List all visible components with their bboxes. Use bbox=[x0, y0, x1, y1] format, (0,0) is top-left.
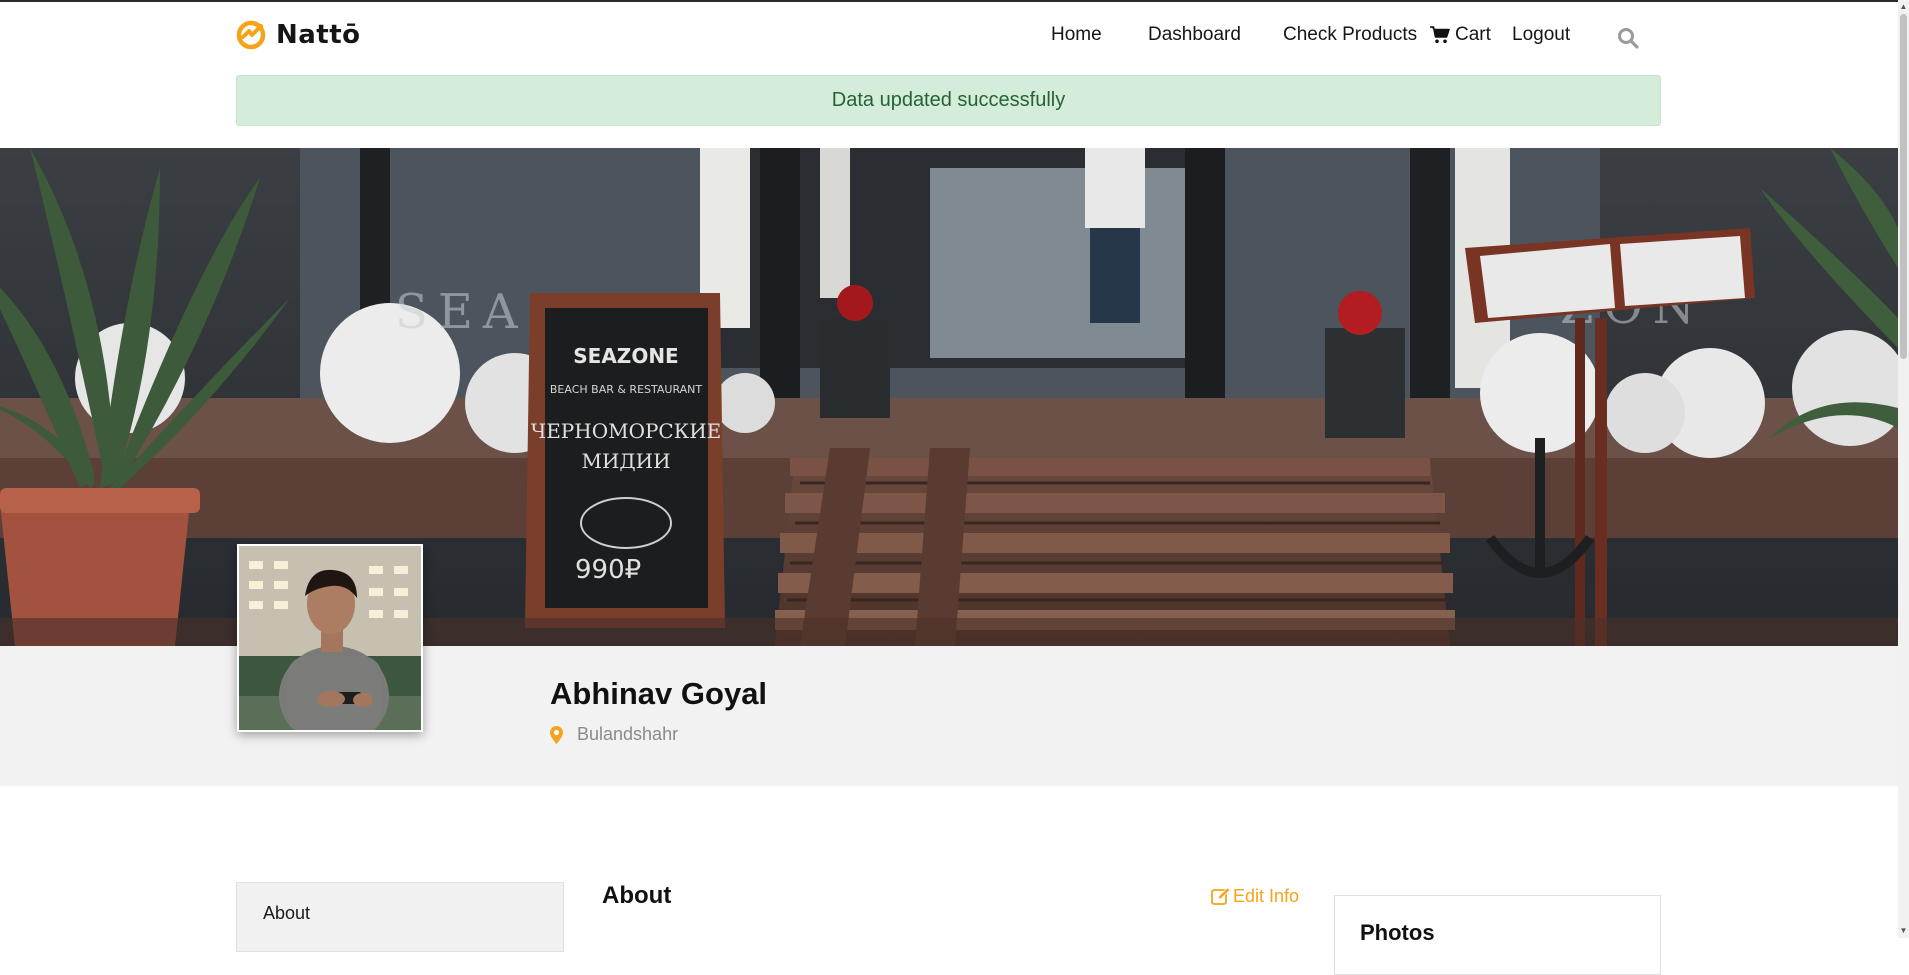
nav-check-products[interactable]: Check Products bbox=[1283, 24, 1417, 46]
svg-text:SEAZONE: SEAZONE bbox=[573, 344, 678, 368]
edit-info-link[interactable]: Edit Info bbox=[1211, 886, 1299, 907]
side-menu-item-about[interactable]: About bbox=[263, 903, 310, 924]
nav-cart-label: Cart bbox=[1455, 24, 1491, 45]
svg-text:SEA: SEA bbox=[395, 284, 528, 340]
nav-logout[interactable]: Logout bbox=[1512, 24, 1570, 46]
edit-info-label: Edit Info bbox=[1233, 886, 1300, 906]
page-scrollbar[interactable]: ▲ ▼ bbox=[1898, 0, 1909, 938]
svg-text:BEACH BAR & RESTAURANT: BEACH BAR & RESTAURANT bbox=[550, 383, 703, 396]
avatar[interactable] bbox=[237, 544, 423, 732]
edit-icon bbox=[1211, 887, 1231, 905]
avatar-photo bbox=[239, 546, 421, 730]
photos-title: Photos bbox=[1360, 920, 1435, 945]
profile-side-menu: About bbox=[236, 882, 564, 952]
profile-location: Bulandshahr bbox=[550, 724, 678, 745]
search-icon[interactable] bbox=[1616, 26, 1640, 50]
svg-text:ЧЕРНОМОРСКИЕ: ЧЕРНОМОРСКИЕ bbox=[531, 419, 722, 443]
alert-message: Data updated successfully bbox=[831, 89, 1066, 111]
nav-home[interactable]: Home bbox=[1051, 24, 1102, 46]
profile-name: Abhinav Goyal bbox=[550, 676, 768, 711]
section-title: About bbox=[602, 882, 672, 909]
window-top-border bbox=[0, 0, 1909, 2]
svg-text:МИДИИ: МИДИИ bbox=[581, 449, 670, 473]
scroll-up-icon[interactable]: ▲ bbox=[1899, 2, 1908, 12]
location-text: Bulandshahr bbox=[577, 724, 679, 744]
nav-dashboard[interactable]: Dashboard bbox=[1148, 24, 1241, 46]
svg-text:990₽: 990₽ bbox=[575, 555, 641, 585]
scroll-down-icon[interactable]: ▼ bbox=[1899, 926, 1908, 936]
map-marker-icon bbox=[550, 725, 563, 744]
cart-icon bbox=[1430, 26, 1450, 44]
success-alert: Data updated successfully bbox=[236, 75, 1661, 126]
scroll-thumb[interactable] bbox=[1900, 14, 1907, 359]
photos-card: Photos bbox=[1334, 895, 1661, 975]
nav-cart[interactable]: Cart bbox=[1430, 24, 1491, 46]
